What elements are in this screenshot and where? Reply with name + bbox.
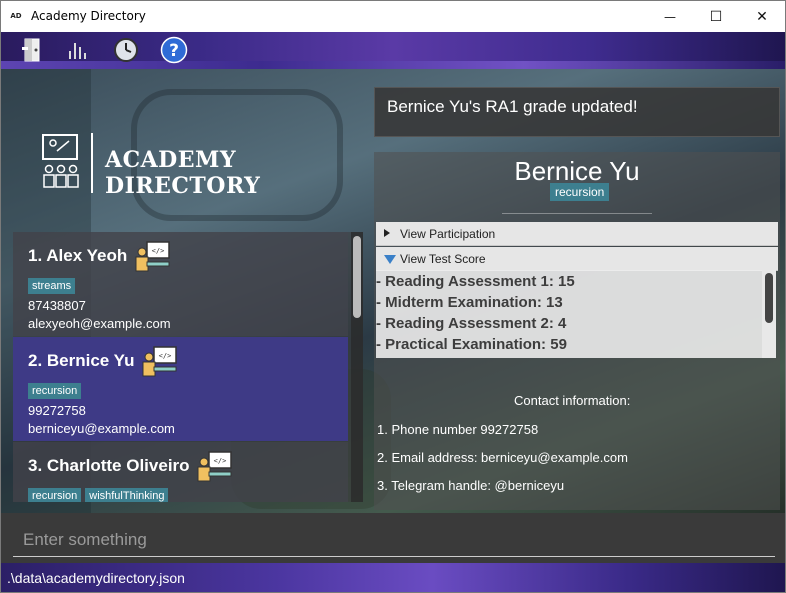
student-coding-icon: </> bbox=[197, 451, 232, 482]
minimize-icon: — bbox=[664, 9, 676, 24]
participation-label: View Participation bbox=[400, 227, 496, 241]
test-score-accordion[interactable]: View Test Score bbox=[376, 247, 778, 271]
test-score-list[interactable]: - Reading Assessment 1: 15 - Midterm Exa… bbox=[376, 270, 776, 358]
minimize-button[interactable]: — bbox=[647, 1, 693, 32]
svg-text:</>: </> bbox=[159, 352, 172, 360]
command-input[interactable] bbox=[13, 523, 775, 557]
result-display: Bernice Yu's RA1 grade updated! bbox=[374, 87, 780, 137]
person-name: 1. Alex Yeoh bbox=[28, 246, 128, 265]
person-details-panel: Bernice Yu recursion View Participation … bbox=[374, 152, 780, 510]
help-button[interactable]: ? bbox=[160, 36, 188, 64]
maximize-icon: ☐ bbox=[709, 8, 723, 25]
tag-list: streams bbox=[28, 278, 76, 294]
chevron-right-icon bbox=[384, 229, 390, 237]
result-message: Bernice Yu's RA1 grade updated! bbox=[387, 97, 638, 116]
app-window: AD Academy Directory — ☐ ✕ ? ACADEMY DIR… bbox=[0, 0, 786, 593]
exit-button[interactable] bbox=[19, 36, 47, 64]
student-coding-icon: </> bbox=[142, 346, 177, 377]
clock-icon bbox=[114, 38, 138, 62]
logo-text: ACADEMY DIRECTORY bbox=[105, 147, 261, 199]
stats-icon bbox=[69, 43, 86, 59]
svg-text:</>: </> bbox=[152, 247, 165, 255]
score-scrollbar[interactable] bbox=[762, 270, 776, 358]
person-list[interactable]: 1. Alex Yeoh </> streams 87438807 alexye… bbox=[13, 232, 363, 502]
score-item: - Midterm Examination: 13 bbox=[376, 294, 563, 311]
exit-icon bbox=[22, 38, 40, 62]
contact-email: 2. Email address: berniceyu@example.com bbox=[377, 450, 628, 465]
command-box bbox=[1, 513, 785, 563]
window-title: Academy Directory bbox=[31, 9, 146, 23]
svg-text:</>: </> bbox=[214, 457, 227, 465]
contact-telegram: 3. Telegram handle: @berniceyu bbox=[377, 478, 565, 493]
details-divider bbox=[502, 213, 652, 214]
tag-badge: streams bbox=[28, 278, 76, 294]
person-card[interactable]: 1. Alex Yeoh </> streams 87438807 alexye… bbox=[13, 232, 348, 336]
history-button[interactable] bbox=[112, 36, 140, 64]
contact-phone: 1. Phone number 99272758 bbox=[377, 422, 539, 437]
person-name: 3. Charlotte Oliveiro bbox=[28, 456, 190, 475]
help-glyph: ? bbox=[169, 41, 179, 61]
main-area: ACADEMY DIRECTORY 1. Alex Yeoh </> strea… bbox=[1, 69, 785, 513]
person-name: 2. Bernice Yu bbox=[28, 351, 135, 370]
app-icon: AD bbox=[10, 12, 22, 20]
tag-badge: recursion bbox=[28, 488, 82, 502]
tag-list: recursion wishfulThinking bbox=[28, 488, 169, 502]
score-item: - Reading Assessment 1: 15 bbox=[376, 273, 575, 290]
contact-title: Contact information: bbox=[514, 393, 631, 408]
close-button[interactable]: ✕ bbox=[739, 1, 785, 32]
list-scrollbar-thumb[interactable] bbox=[353, 236, 361, 318]
help-icon: ? bbox=[160, 36, 188, 64]
title-bar: AD Academy Directory — ☐ ✕ bbox=[1, 1, 785, 32]
person-email: alexyeoh@example.com bbox=[28, 316, 171, 331]
maximize-button[interactable]: ☐ bbox=[693, 1, 739, 32]
student-coding-icon: </> bbox=[135, 241, 170, 272]
tag-list: recursion bbox=[28, 383, 82, 399]
tag-badge: wishfulThinking bbox=[85, 488, 169, 502]
chevron-down-icon bbox=[384, 255, 396, 264]
status-bar: .\data\academydirectory.json bbox=[1, 563, 785, 592]
person-card[interactable]: 3. Charlotte Oliveiro </> recursion wish… bbox=[13, 442, 348, 502]
presentation-icon bbox=[42, 134, 79, 188]
stats-button[interactable] bbox=[65, 36, 93, 64]
score-item: - Practical Examination: 59 bbox=[376, 336, 567, 353]
tag-badge: recursion bbox=[28, 383, 82, 399]
score-scrollbar-thumb[interactable] bbox=[765, 273, 773, 323]
person-phone: 99272758 bbox=[28, 403, 86, 418]
person-email: berniceyu@example.com bbox=[28, 421, 175, 436]
details-tag: recursion bbox=[550, 183, 610, 201]
score-item: - Reading Assessment 2: 4 bbox=[376, 315, 567, 332]
close-icon: ✕ bbox=[756, 8, 768, 25]
list-scrollbar[interactable] bbox=[351, 232, 363, 502]
app-logo: ACADEMY DIRECTORY bbox=[41, 131, 341, 199]
person-card-selected[interactable]: 2. Bernice Yu </> recursion 99272758 ber… bbox=[13, 337, 348, 441]
logo-divider bbox=[91, 133, 93, 193]
test-score-label: View Test Score bbox=[400, 252, 486, 266]
person-phone: 87438807 bbox=[28, 298, 86, 313]
participation-accordion[interactable]: View Participation bbox=[376, 222, 778, 246]
save-location: .\data\academydirectory.json bbox=[7, 570, 185, 586]
toolbar: ? bbox=[1, 32, 785, 69]
